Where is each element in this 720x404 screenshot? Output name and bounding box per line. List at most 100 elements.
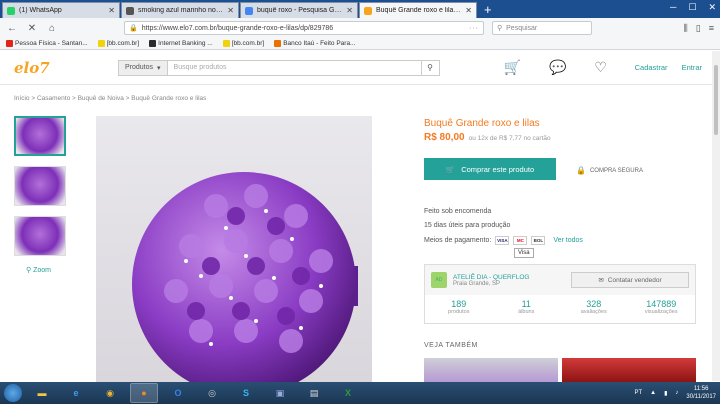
category-select[interactable]: Produtos ▾ xyxy=(118,59,168,76)
login-link[interactable]: Entrar xyxy=(682,63,702,72)
bookmark-label: Banco Itaú - Feito Para... xyxy=(283,40,356,47)
gallery-thumbnail[interactable] xyxy=(14,216,66,256)
stat-albums[interactable]: 11 álbuns xyxy=(493,295,561,325)
tab-title: buquê roxo - Pesquisa Google xyxy=(257,7,343,14)
windows-taskbar: ▬ e ◉ ● O ◎ S ▣ ▤ X PT ▲ ▮ ♪ 11:56 30/11… xyxy=(0,382,720,404)
seller-info: ATELIÊ DIA - QUERFLOG Praia Grande, SP xyxy=(453,274,529,287)
bookmark-bb-2[interactable]: [bb.com.br] xyxy=(222,40,264,47)
cart-icon[interactable]: 🛒 xyxy=(504,59,521,76)
related-product[interactable] xyxy=(424,358,558,382)
register-link[interactable]: Cadastrar xyxy=(635,63,668,72)
browser-tab-strip: (1) WhatsApp ✕ smoking azul marinho noiv… xyxy=(0,0,720,18)
stat-views: 147889 visualizações xyxy=(628,295,696,325)
close-window-icon[interactable]: ✕ xyxy=(708,2,716,13)
elo7-icon xyxy=(364,6,372,15)
skype-icon[interactable]: S xyxy=(232,383,260,403)
clock-time: 11:56 xyxy=(693,386,709,392)
stat-label: avaliações xyxy=(580,309,607,315)
app-icon[interactable]: ▣ xyxy=(266,383,294,403)
zoom-button[interactable]: ⚲ Zoom xyxy=(26,266,66,274)
ie-icon[interactable]: e xyxy=(62,383,90,403)
chrome-icon[interactable]: ◉ xyxy=(96,383,124,403)
close-icon[interactable]: ✕ xyxy=(108,6,115,15)
elo7-logo[interactable]: elo7 xyxy=(14,59,118,77)
stat-products[interactable]: 189 produtos xyxy=(425,295,493,325)
buy-button[interactable]: 🛒 Comprar este produto xyxy=(424,158,556,180)
gallery-thumbnail[interactable] xyxy=(14,116,66,156)
contact-seller-button[interactable]: ✉ Contatar vendedor xyxy=(571,272,689,288)
breadcrumb[interactable]: Início > Casamento > Buquê de Noiva > Bu… xyxy=(14,95,206,102)
tab-title: smoking azul marinho noivo xyxy=(138,7,224,14)
message-icon: ✉ xyxy=(598,277,604,284)
scrollbar-thumb[interactable] xyxy=(714,65,718,135)
related-product[interactable] xyxy=(562,358,696,382)
bookmark-santander[interactable]: Pessoa Física - Santan... xyxy=(6,40,88,47)
secure-label: COMPRA SEGURA xyxy=(589,167,643,174)
volume-icon[interactable]: ♪ xyxy=(675,390,678,396)
explorer-icon[interactable]: ▬ xyxy=(28,383,56,403)
site-search-input[interactable]: Busque produtos xyxy=(167,59,422,76)
close-icon[interactable]: ✕ xyxy=(227,6,234,15)
new-tab-button[interactable]: + xyxy=(484,2,492,18)
app-icon[interactable]: ▤ xyxy=(300,383,328,403)
home-icon[interactable]: ⌂ xyxy=(46,23,58,34)
product-title: Buquê Grande roxo e lilas xyxy=(424,118,540,129)
sidebar-icon[interactable]: ▯ xyxy=(696,23,701,34)
browser-tab-smoking[interactable]: smoking azul marinho noivo ✕ xyxy=(121,2,239,18)
whatsapp-icon xyxy=(7,6,15,15)
google-icon xyxy=(245,6,253,15)
menu-icon[interactable]: ≡ xyxy=(709,23,714,34)
tray-arrow-icon[interactable]: ▲ xyxy=(650,390,656,396)
steam-icon[interactable]: ◎ xyxy=(198,383,226,403)
related-title: VEJA TAMBÉM xyxy=(424,342,478,349)
messages-icon[interactable]: 💬 xyxy=(549,59,566,76)
visa-tooltip: Visa xyxy=(514,248,534,258)
clock[interactable]: 11:56 30/11/2017 xyxy=(686,385,716,401)
browser-search-input[interactable]: ⚲ Pesquisar xyxy=(492,21,592,35)
network-icon[interactable]: ▮ xyxy=(664,390,667,397)
search-placeholder: Pesquisar xyxy=(506,24,538,32)
close-icon[interactable]: ✕ xyxy=(465,6,472,15)
stop-icon[interactable]: ✕ xyxy=(26,23,38,34)
browser-tab-whatsapp[interactable]: (1) WhatsApp ✕ xyxy=(2,2,120,18)
gallery-thumbnail[interactable] xyxy=(14,166,66,206)
stat-label: visualizações xyxy=(644,309,678,315)
browser-tab-elo7[interactable]: Buquê Grande roxo e lilas | Ate ✕ xyxy=(359,2,477,18)
close-icon[interactable]: ✕ xyxy=(346,6,353,15)
site-search-placeholder: Busque produtos xyxy=(173,64,227,71)
page-actions-icon[interactable]: ··· xyxy=(469,25,479,32)
bookmark-internet-banking[interactable]: Internet Banking ... xyxy=(149,40,213,47)
seller-name[interactable]: ATELIÊ DIA - QUERFLOG xyxy=(453,274,529,281)
address-bar[interactable]: 🔒 https://www.elo7.com.br/buque-grande-r… xyxy=(124,21,484,35)
language-indicator[interactable]: PT xyxy=(634,390,642,396)
heart-icon[interactable]: ♡ xyxy=(594,59,607,76)
start-button[interactable] xyxy=(4,384,22,402)
browser-tab-google[interactable]: buquê roxo - Pesquisa Google ✕ xyxy=(240,2,358,18)
site-search-button[interactable]: ⚲ xyxy=(421,59,440,76)
bookmark-bb[interactable]: [bb.com.br] xyxy=(97,40,139,47)
made-to-order-text: Feito sob encomenda xyxy=(424,208,492,215)
bookmark-icon xyxy=(6,40,13,47)
back-icon[interactable]: ← xyxy=(6,23,18,34)
stat-value: 328 xyxy=(586,299,602,309)
excel-icon[interactable]: X xyxy=(334,383,362,403)
stat-reviews[interactable]: 328 avaliações xyxy=(560,295,628,325)
firefox-icon[interactable]: ● xyxy=(130,383,158,403)
product-main-image[interactable] xyxy=(96,116,372,382)
bookmark-icon xyxy=(274,40,282,47)
zoom-label: Zoom xyxy=(33,267,51,274)
page-scrollbar[interactable] xyxy=(712,51,720,381)
bookmark-label: Pessoa Física - Santan... xyxy=(15,40,88,47)
gallery-thumbnails: ⚲ Zoom xyxy=(14,116,66,274)
page-icon xyxy=(126,6,134,15)
bookmark-label: Internet Banking ... xyxy=(158,40,213,47)
seller-box: AD ATELIÊ DIA - QUERFLOG Praia Grande, S… xyxy=(424,264,696,324)
outlook-icon[interactable]: O xyxy=(164,383,192,403)
minimize-icon[interactable]: ─ xyxy=(670,2,676,13)
bookmark-itau[interactable]: Banco Itaú - Feito Para... xyxy=(274,40,355,47)
seller-avatar[interactable]: AD xyxy=(431,272,447,288)
library-icon[interactable]: ⫼ xyxy=(684,23,688,34)
see-all-payment-link[interactable]: Ver todos xyxy=(553,237,583,244)
maximize-icon[interactable]: ☐ xyxy=(688,2,696,13)
payment-label: Meios de pagamento: xyxy=(424,237,492,244)
